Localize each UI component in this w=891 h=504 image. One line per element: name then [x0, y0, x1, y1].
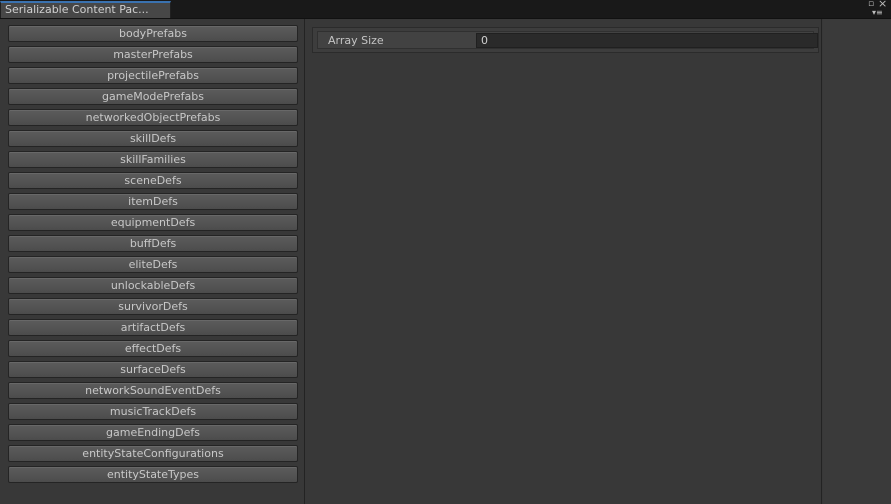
tab-serializable-content-pack[interactable]: Serializable Content Pac... [0, 1, 171, 18]
category-button-item-defs[interactable]: itemDefs [8, 193, 298, 210]
close-icon[interactable]: × [878, 0, 887, 9]
category-button-skill-defs[interactable]: skillDefs [8, 130, 298, 147]
content-category-panel: bodyPrefabs masterPrefabs projectilePrefab… [0, 19, 305, 504]
right-empty-panel [823, 19, 891, 504]
category-button-surface-defs[interactable]: surfaceDefs [8, 361, 298, 378]
array-size-row: Array Size [317, 31, 818, 49]
category-button-effect-defs[interactable]: effectDefs [8, 340, 298, 357]
category-button-list: bodyPrefabs masterPrefabs projectilePrefab… [8, 25, 298, 487]
array-size-label: Array Size [328, 34, 384, 47]
category-button-game-mode-prefabs[interactable]: gameModePrefabs [8, 88, 298, 105]
category-button-unlockable-defs[interactable]: unlockableDefs [8, 277, 298, 294]
menu-icon[interactable]: ▾≡ [872, 8, 883, 17]
editor-window: Serializable Content Pac... ▫ × ▾≡ bodyP… [0, 0, 891, 504]
category-button-scene-defs[interactable]: sceneDefs [8, 172, 298, 189]
category-button-network-sound-event-defs[interactable]: networkSoundEventDefs [8, 382, 298, 399]
category-button-game-ending-defs[interactable]: gameEndingDefs [8, 424, 298, 441]
tab-strip: Serializable Content Pac... ▫ × ▾≡ [0, 0, 891, 19]
category-button-master-prefabs[interactable]: masterPrefabs [8, 46, 298, 63]
category-button-elite-defs[interactable]: eliteDefs [8, 256, 298, 273]
category-button-equipment-defs[interactable]: equipmentDefs [8, 214, 298, 231]
category-button-body-prefabs[interactable]: bodyPrefabs [8, 25, 298, 42]
category-button-survivor-defs[interactable]: survivorDefs [8, 298, 298, 315]
window-controls: ▫ × ▾≡ [866, 0, 888, 17]
category-button-buff-defs[interactable]: buffDefs [8, 235, 298, 252]
category-button-music-track-defs[interactable]: musicTrackDefs [8, 403, 298, 420]
category-button-entity-state-configurations[interactable]: entityStateConfigurations [8, 445, 298, 462]
array-size-field[interactable] [476, 33, 818, 48]
inspector-panel: Array Size [306, 19, 822, 504]
category-button-networked-object-prefabs[interactable]: networkedObjectPrefabs [8, 109, 298, 126]
category-button-artifact-defs[interactable]: artifactDefs [8, 319, 298, 336]
category-button-entity-state-types[interactable]: entityStateTypes [8, 466, 298, 483]
array-container: Array Size [312, 27, 819, 53]
category-button-skill-families[interactable]: skillFamilies [8, 151, 298, 168]
category-button-projectile-prefabs[interactable]: projectilePrefabs [8, 67, 298, 84]
